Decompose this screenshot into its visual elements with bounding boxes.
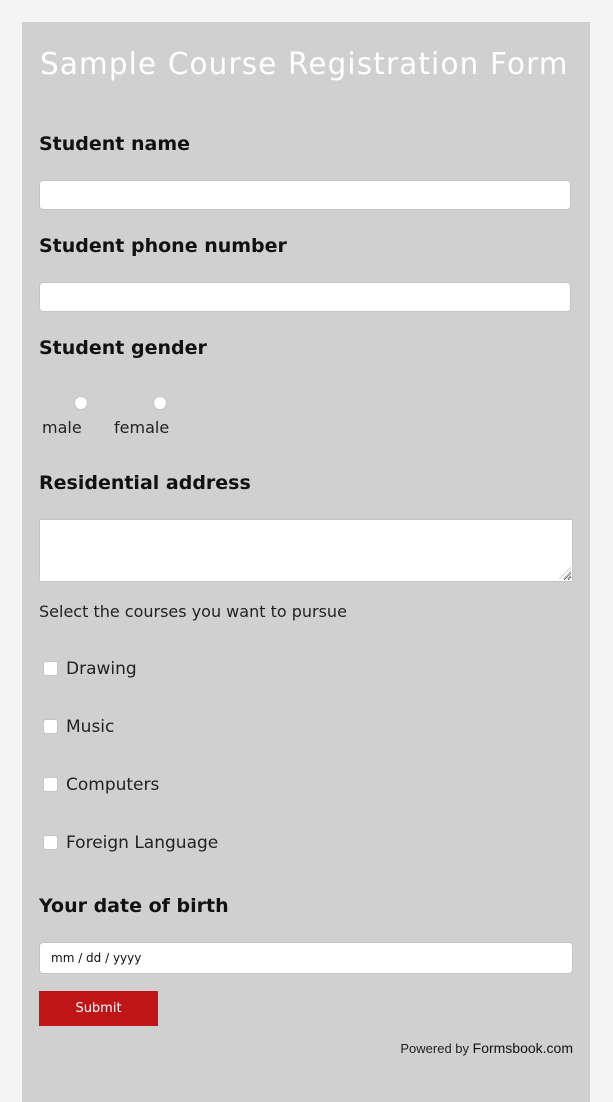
dob-input[interactable]: mm / dd / yyyy <box>39 942 573 974</box>
gender-female-label: female <box>114 418 170 437</box>
student-name-label: Student name <box>39 133 191 155</box>
course-drawing-checkbox[interactable] <box>43 661 58 676</box>
course-computers-label: Computers <box>66 775 160 795</box>
courses-label: Select the courses you want to pursue <box>39 602 347 621</box>
gender-female-radio[interactable] <box>153 396 167 410</box>
course-drawing-label: Drawing <box>66 659 137 679</box>
address-textarea[interactable] <box>39 519 573 582</box>
registration-form: Sample Course Registration Form Student … <box>22 22 590 1102</box>
gender-label: Student gender <box>39 337 207 359</box>
gender-male-radio[interactable] <box>74 396 88 410</box>
phone-label: Student phone number <box>39 235 287 257</box>
address-label: Residential address <box>39 472 251 494</box>
dob-label: Your date of birth <box>39 895 229 917</box>
powered-by-text: Powered by <box>400 1041 470 1056</box>
submit-button[interactable]: Submit <box>39 991 158 1026</box>
student-name-input[interactable] <box>39 180 571 210</box>
powered-by: Powered by Formsbook.com <box>400 1040 573 1056</box>
course-music-checkbox[interactable] <box>43 719 58 734</box>
form-title: Sample Course Registration Form <box>40 47 569 82</box>
course-music-label: Music <box>66 717 115 737</box>
course-computers-checkbox[interactable] <box>43 777 58 792</box>
gender-male-label: male <box>42 418 82 437</box>
course-foreign-language-checkbox[interactable] <box>43 835 58 850</box>
phone-input[interactable] <box>39 282 571 312</box>
course-foreign-language-label: Foreign Language <box>66 833 219 853</box>
dob-placeholder: mm / dd / yyyy <box>51 951 142 965</box>
formsbook-link[interactable]: Formsbook.com <box>473 1040 573 1056</box>
